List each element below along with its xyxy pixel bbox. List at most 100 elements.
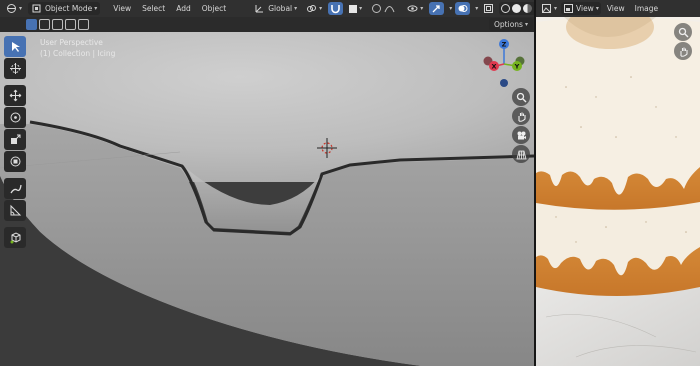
chevron-down-icon: ▾ <box>595 5 599 12</box>
options-dropdown[interactable]: Options ▾ <box>489 18 533 31</box>
camera-view-button[interactable] <box>512 126 530 144</box>
viewport-canvas[interactable] <box>0 32 534 366</box>
zoom-button[interactable] <box>512 88 530 106</box>
gizmo-x-label: X <box>491 63 496 71</box>
snap-target-dropdown[interactable]: ▾ <box>346 2 365 15</box>
viewport-header: ▾ Object Mode ▾ View Select Add Object G… <box>0 0 534 17</box>
editor-type-button[interactable]: ▾ <box>3 2 25 15</box>
menu-add[interactable]: Add <box>172 4 195 13</box>
select-mode-new-icon[interactable] <box>26 19 37 30</box>
chevron-down-icon: ▾ <box>420 5 424 12</box>
cursor-crosshair-icon <box>9 63 21 74</box>
proportional-falloff-icon <box>372 4 382 13</box>
material-shading-icon[interactable] <box>523 4 533 13</box>
chevron-down-icon: ▾ <box>359 5 363 12</box>
mode-label: Object Mode <box>45 4 93 13</box>
shading-buttons <box>499 2 534 15</box>
magnifier-icon <box>678 27 688 37</box>
select-mode-difference-icon[interactable] <box>65 19 76 30</box>
chevron-down-icon: ▾ <box>19 5 23 12</box>
chevron-down-icon[interactable]: ▾ <box>475 5 478 12</box>
reference-image-donuts <box>536 5 700 366</box>
image-editor[interactable]: ▾ View ▾ View Image <box>536 0 700 366</box>
hand-icon <box>517 112 526 122</box>
orientation-dropdown[interactable]: Global ▾ <box>251 2 300 15</box>
collection-label: (1) Collection | Icing <box>40 49 116 58</box>
gizmo-arrow-icon <box>432 5 440 13</box>
chevron-down-icon: ▾ <box>524 21 528 28</box>
tool-select-box[interactable] <box>4 36 26 57</box>
view-mode-label: View <box>576 4 594 13</box>
xray-icon <box>484 4 494 13</box>
proportional-edit-button[interactable] <box>368 2 398 15</box>
rotate-icon <box>10 112 20 123</box>
image-icon <box>542 4 551 13</box>
xray-toggle[interactable] <box>481 2 496 15</box>
magnifier-icon <box>516 92 526 102</box>
eye-icon <box>407 5 418 12</box>
menu-view[interactable]: View <box>603 4 629 13</box>
globe-grid-icon <box>7 4 16 13</box>
viewport-info: User Perspective (1) Collection | Icing <box>40 37 115 59</box>
orientation-label: Global <box>268 4 293 13</box>
tool-cursor[interactable] <box>4 58 26 79</box>
object-mode-icon <box>32 4 41 13</box>
image-canvas[interactable] <box>536 5 700 366</box>
magnet-icon <box>331 5 340 14</box>
transform-orientation-icon <box>255 5 264 13</box>
snap-toggle[interactable] <box>328 2 344 15</box>
view-mode-dropdown[interactable]: View ▾ <box>561 2 601 15</box>
tool-rotate[interactable] <box>4 107 26 128</box>
tool-measure[interactable] <box>4 200 26 221</box>
tool-annotate[interactable] <box>4 178 26 199</box>
select-mode-intersect-icon[interactable] <box>78 19 89 30</box>
scale-icon <box>10 134 20 144</box>
pivot-dropdown[interactable]: ▾ <box>303 2 325 15</box>
tool-add-cube[interactable] <box>4 227 26 248</box>
menu-object[interactable]: Object <box>198 4 230 13</box>
image-view-icon <box>564 4 574 13</box>
options-label: Options <box>494 20 523 29</box>
tool-move[interactable] <box>4 85 26 106</box>
viewport-tool-header <box>0 17 534 32</box>
move-arrows-icon <box>9 89 21 102</box>
add-cube-icon <box>10 232 20 244</box>
transform-icon <box>10 156 20 167</box>
tool-shelf <box>4 36 30 249</box>
tool-scale[interactable] <box>4 129 26 150</box>
image-pan-button[interactable] <box>674 42 692 60</box>
select-mode-subtract-icon[interactable] <box>52 19 63 30</box>
solid-shading-icon[interactable] <box>512 4 522 13</box>
menu-view[interactable]: View <box>109 4 135 13</box>
measure-ruler-icon <box>10 204 21 216</box>
annotate-pencil-icon <box>9 184 22 194</box>
grid-perspective-icon <box>515 150 527 159</box>
wireframe-shading-icon[interactable] <box>501 4 511 13</box>
image-editor-header: ▾ View ▾ View Image <box>536 0 700 17</box>
link-icon <box>307 5 317 12</box>
chevron-down-icon: ▾ <box>554 5 558 12</box>
camera-icon <box>517 131 526 139</box>
image-zoom-button[interactable] <box>674 23 692 41</box>
chevron-down-icon[interactable]: ▾ <box>449 5 452 12</box>
hand-icon <box>679 47 688 57</box>
menu-select[interactable]: Select <box>138 4 169 13</box>
3d-viewport[interactable]: ▾ Object Mode ▾ View Select Add Object G… <box>0 0 534 366</box>
navigation-gizmo[interactable]: Z X Y <box>480 37 528 87</box>
overlays-toggle[interactable] <box>455 2 471 15</box>
chevron-down-icon: ▾ <box>319 5 323 12</box>
gizmo-y-label: Y <box>514 63 520 71</box>
chevron-down-icon: ▾ <box>94 5 98 12</box>
pan-button[interactable] <box>512 107 530 125</box>
tool-transform[interactable] <box>4 151 26 172</box>
menu-image[interactable]: Image <box>631 4 663 13</box>
overlay-circles-icon <box>458 5 468 12</box>
select-mode-extend-icon[interactable] <box>39 19 50 30</box>
gizmo-toggle[interactable] <box>429 2 445 15</box>
square-icon <box>349 4 358 13</box>
mode-dropdown[interactable]: Object Mode ▾ <box>28 2 101 15</box>
perspective-toggle-button[interactable] <box>512 145 530 163</box>
visibility-dropdown[interactable]: ▾ <box>404 2 426 15</box>
gizmo-z-label: Z <box>502 41 507 49</box>
editor-type-button[interactable]: ▾ <box>539 2 559 15</box>
